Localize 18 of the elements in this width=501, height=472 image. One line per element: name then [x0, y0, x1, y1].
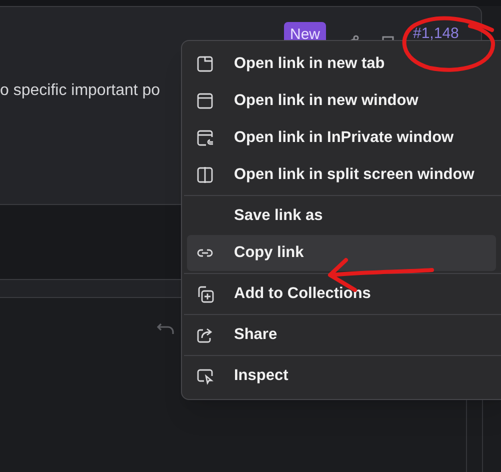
inspect-icon	[196, 367, 214, 385]
menu-item[interactable]: Add to Collections	[187, 276, 496, 312]
menu-item[interactable]: Copy link	[187, 235, 496, 271]
window-icon	[196, 92, 214, 110]
body-text: o specific important po	[0, 81, 160, 101]
tab-icon	[196, 55, 214, 73]
menu-item[interactable]: Open link in new window	[187, 83, 496, 119]
menu-item[interactable]: Open link in InPrivate window	[187, 120, 496, 156]
menu-item[interactable]: Open link in split screen window	[187, 157, 496, 193]
undo-icon[interactable]	[157, 322, 175, 336]
private-window-icon	[196, 129, 214, 147]
menu-item[interactable]: Inspect	[187, 358, 496, 394]
issue-number: #1,148	[413, 24, 459, 44]
menu-item[interactable]: Open link in new tab	[187, 46, 496, 82]
menu-item[interactable]: Save link as	[187, 198, 496, 234]
split-screen-icon	[196, 166, 214, 184]
collections-add-icon	[196, 285, 214, 303]
menu-item[interactable]: Share	[187, 317, 496, 353]
